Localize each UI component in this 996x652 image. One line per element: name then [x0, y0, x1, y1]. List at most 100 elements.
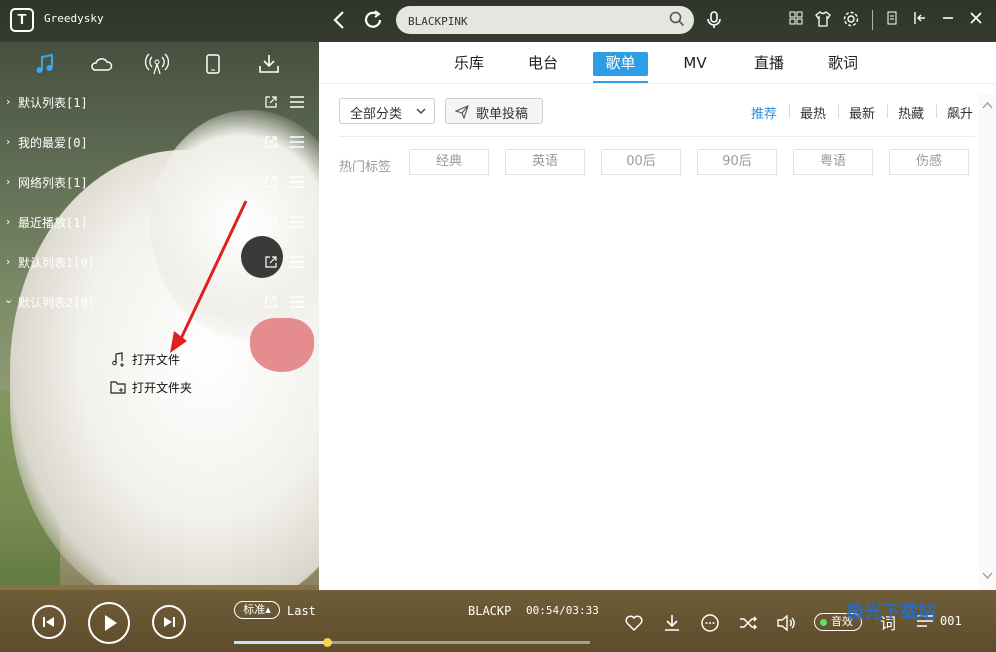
playlist-label: 默认列表[1] [18, 96, 88, 110]
playback-time: 00:54/03:33 [526, 604, 599, 617]
submit-playlist-button[interactable]: 歌单投稿 [445, 98, 543, 124]
sort-recommended[interactable]: 推荐 [751, 103, 777, 122]
menu-icon[interactable] [290, 136, 304, 148]
share-icon[interactable] [264, 295, 278, 309]
sort-rising[interactable]: 飙升 [947, 103, 973, 122]
cloud-icon[interactable] [87, 50, 115, 78]
open-file-label[interactable]: 打开文件 [132, 351, 180, 368]
mini-mode-icon[interactable] [882, 10, 902, 30]
search-input[interactable] [406, 10, 650, 32]
playlist-row[interactable]: › 默认列表1[0] [0, 243, 318, 283]
playlist-label: 默认列表1[0] [18, 256, 95, 270]
playlist-row[interactable]: › 网络列表[1] [0, 163, 318, 203]
sort-newest[interactable]: 最新 [849, 103, 875, 122]
mobile-device-icon[interactable] [199, 50, 227, 78]
chevron-down-icon[interactable]: ⌄ [4, 293, 13, 306]
tag-item[interactable]: 英语 [505, 149, 585, 175]
tag-item[interactable]: 粤语 [793, 149, 873, 175]
music-note-icon[interactable] [31, 50, 59, 78]
submit-playlist-label: 歌单投稿 [476, 107, 529, 122]
folder-icon [110, 379, 126, 395]
menu-icon[interactable] [290, 96, 304, 108]
back-arrow-icon[interactable] [328, 8, 352, 32]
left-panel-tabs [0, 42, 318, 84]
tag-item[interactable]: 90后 [697, 149, 777, 175]
category-dropdown[interactable]: 全部分类 [339, 98, 435, 124]
tab-music-library[interactable]: 乐库 [447, 52, 491, 76]
refresh-icon[interactable] [361, 8, 385, 32]
previous-track-button[interactable] [32, 605, 66, 639]
settings-gear-icon[interactable] [841, 10, 861, 30]
share-icon[interactable] [264, 135, 278, 149]
collapse-panel-icon[interactable] [910, 10, 930, 30]
tab-lyrics[interactable]: 歌词 [821, 52, 865, 76]
playlist-label: 最近播放[1] [18, 216, 88, 230]
tab-mv[interactable]: MV [673, 52, 717, 76]
tab-live[interactable]: 直播 [747, 52, 791, 76]
sort-most-collected[interactable]: 热藏 [898, 103, 924, 122]
menu-icon[interactable] [290, 176, 304, 188]
chevron-right-icon[interactable]: › [6, 135, 10, 148]
skin-shirt-icon[interactable] [813, 10, 833, 30]
progress-bar[interactable] [234, 638, 590, 647]
play-icon [105, 615, 117, 631]
shuffle-icon[interactable] [737, 612, 759, 634]
search-box[interactable] [396, 6, 694, 34]
sort-hottest[interactable]: 最热 [800, 103, 826, 122]
tab-radio[interactable]: 电台 [521, 52, 565, 76]
radio-broadcast-icon[interactable] [143, 50, 171, 78]
volume-icon[interactable] [775, 612, 797, 634]
menu-icon[interactable] [290, 256, 304, 268]
effect-on-indicator [820, 619, 827, 626]
tag-item[interactable]: 00后 [601, 149, 681, 175]
tag-item[interactable]: 经典 [409, 149, 489, 175]
close-icon[interactable] [966, 10, 986, 30]
heart-icon[interactable] [623, 612, 645, 634]
chevron-right-icon[interactable]: › [6, 175, 10, 188]
scroll-up-icon[interactable] [982, 100, 993, 111]
microphone-icon[interactable] [702, 8, 726, 32]
chevron-right-icon[interactable]: › [6, 95, 10, 108]
download-icon[interactable] [661, 612, 683, 634]
hot-tags-label: 热门标签 [339, 160, 392, 175]
play-button[interactable] [88, 602, 130, 644]
search-icon[interactable] [668, 10, 686, 28]
progress-knob[interactable] [322, 638, 332, 647]
more-options-icon[interactable] [699, 612, 721, 634]
open-folder-link[interactable]: 打开文件夹 [110, 379, 200, 395]
current-track-title: BLACKP [468, 604, 512, 618]
playlist-row[interactable]: › 最近播放[1] [0, 203, 318, 243]
share-icon[interactable] [264, 95, 278, 109]
download-tray-icon[interactable] [255, 50, 283, 78]
tab-playlists[interactable]: 歌单 [593, 52, 648, 76]
next-track-button[interactable] [152, 605, 186, 639]
music-file-icon [110, 351, 126, 367]
playlist-row[interactable]: › 默认列表[1] [0, 83, 318, 123]
username-label[interactable]: Greedysky [44, 12, 104, 25]
chevron-right-icon[interactable]: › [6, 215, 10, 228]
share-icon[interactable] [264, 255, 278, 269]
chevron-right-icon[interactable]: › [6, 255, 10, 268]
apps-grid-icon[interactable] [786, 10, 806, 30]
vertical-scrollbar[interactable] [979, 94, 996, 590]
minimize-icon[interactable] [938, 10, 958, 30]
category-label: 全部分类 [350, 107, 403, 122]
menu-icon[interactable] [290, 216, 304, 228]
share-icon[interactable] [264, 215, 278, 229]
playlist-row-expanded[interactable]: ⌄ 默认列表2[0] [0, 283, 318, 323]
app-logo: T [10, 8, 34, 32]
caret-up-icon: ▴ [265, 603, 271, 616]
skip-back-icon [43, 617, 54, 627]
quality-label: 标准 [243, 603, 266, 616]
open-file-link[interactable]: 打开文件 [110, 351, 190, 367]
playlist-row[interactable]: › 我的最爱[0] [0, 123, 318, 163]
menu-icon[interactable] [290, 296, 304, 308]
watermark-logo: 极光下载站 [846, 602, 936, 623]
open-folder-label[interactable]: 打开文件夹 [132, 379, 192, 396]
scroll-down-icon[interactable] [982, 570, 993, 581]
title-bar: T Greedysky [0, 0, 996, 42]
tag-item[interactable]: 伤感 [889, 149, 969, 175]
quality-selector[interactable]: 标准▴ [234, 601, 280, 619]
share-icon[interactable] [264, 175, 278, 189]
playlist-label: 我的最爱[0] [18, 136, 88, 150]
